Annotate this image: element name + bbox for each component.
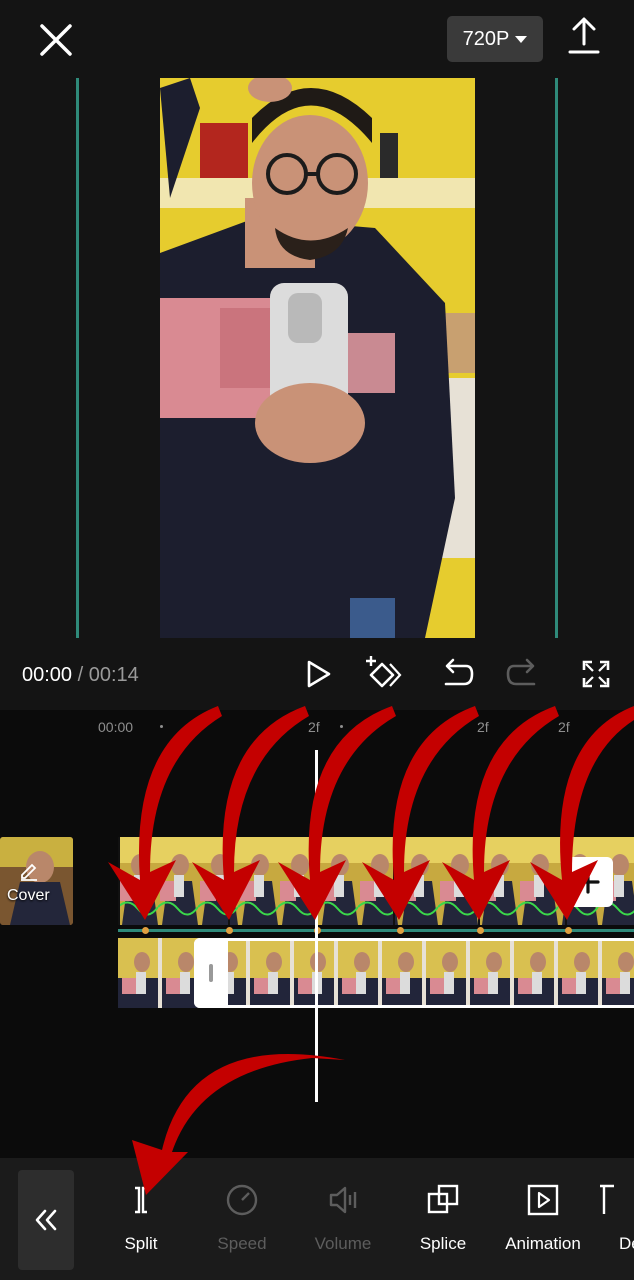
resolution-label: 720P <box>462 27 510 50</box>
undo-icon <box>444 658 474 686</box>
safe-area-guide-left <box>76 78 79 638</box>
plus-icon <box>576 870 600 894</box>
back-button[interactable] <box>18 1170 74 1270</box>
keyframe-dot[interactable] <box>226 927 233 934</box>
ruler-label: 2f <box>558 719 570 735</box>
selected-clip-frame[interactable] <box>194 938 634 1008</box>
video-preview[interactable] <box>0 78 634 640</box>
export-upload-icon <box>568 17 600 54</box>
track-connector-line <box>118 929 634 932</box>
safe-area-guide-right <box>555 78 558 638</box>
fullscreen-button[interactable] <box>576 654 616 694</box>
redo-button[interactable] <box>504 654 544 694</box>
add-clip-button[interactable] <box>563 857 613 907</box>
handle-grip <box>209 964 213 982</box>
fullscreen-icon <box>582 660 610 688</box>
tool-split[interactable]: Split <box>91 1180 191 1260</box>
caret-down-icon <box>515 35 528 43</box>
undo-button[interactable] <box>436 654 476 694</box>
close-button[interactable] <box>34 18 78 62</box>
time-display: 00:00 / 00:14 <box>22 664 139 687</box>
splice-icon <box>427 1184 459 1214</box>
ruler-dot <box>340 725 343 728</box>
tool-delete[interactable]: De <box>594 1180 634 1260</box>
cover-label: Cover <box>7 887 50 904</box>
keyframe-dot[interactable] <box>397 927 404 934</box>
redo-icon <box>506 658 536 686</box>
keyframe-dot[interactable] <box>565 927 572 934</box>
playhead[interactable] <box>315 750 318 1102</box>
play-button[interactable] <box>298 654 338 694</box>
animation-icon <box>527 1184 559 1216</box>
double-chevron-left-icon <box>35 1209 57 1231</box>
keyframe-dot[interactable] <box>142 927 149 934</box>
speed-icon <box>226 1184 258 1216</box>
playback-controls: 00:00 / 00:14 <box>0 640 634 710</box>
tool-speed[interactable]: Speed <box>192 1180 292 1260</box>
top-bar: 720P <box>0 0 634 78</box>
ruler-label: 2f <box>308 719 320 735</box>
bottom-toolbar: Split Speed Volume Splice Animation D <box>0 1158 634 1280</box>
tool-label: Volume <box>314 1234 372 1253</box>
tool-label: Animation <box>505 1234 581 1253</box>
keyframe-icon <box>366 656 402 688</box>
tool-volume[interactable]: Volume <box>293 1180 393 1260</box>
current-time: 00:00 <box>22 664 73 686</box>
cover-thumbnail[interactable]: Cover <box>0 837 73 925</box>
ruler-label-start: 00:00 <box>98 719 134 735</box>
overlay-track[interactable] <box>118 837 634 925</box>
tool-label: De <box>619 1234 634 1253</box>
tool-label: Speed <box>217 1234 267 1253</box>
tool-label: Split <box>124 1234 158 1253</box>
volume-icon <box>329 1186 357 1214</box>
play-icon <box>307 660 331 688</box>
tool-animation[interactable]: Animation <box>493 1180 593 1260</box>
time-separator: / <box>77 664 84 686</box>
keyframe-button[interactable] <box>362 654 402 694</box>
preview-frame <box>160 78 475 638</box>
resolution-dropdown[interactable]: 720P <box>447 16 543 62</box>
clip-trim-handle[interactable] <box>194 938 228 1008</box>
close-icon <box>40 24 72 56</box>
split-icon <box>135 1186 147 1214</box>
edit-pencil-icon <box>21 863 37 881</box>
ruler-label: 2f <box>477 719 489 735</box>
timeline-ruler: 00:00 2f 2f 2f <box>0 710 634 744</box>
total-time: 00:14 <box>88 664 139 686</box>
ruler-dot <box>160 725 163 728</box>
delete-icon <box>600 1184 614 1214</box>
keyframe-dot[interactable] <box>477 927 484 934</box>
export-button[interactable] <box>562 14 606 58</box>
timeline[interactable]: 00:00 2f 2f 2f Cover <box>0 710 634 1160</box>
tool-splice[interactable]: Splice <box>393 1180 493 1260</box>
tool-label: Splice <box>419 1234 467 1253</box>
